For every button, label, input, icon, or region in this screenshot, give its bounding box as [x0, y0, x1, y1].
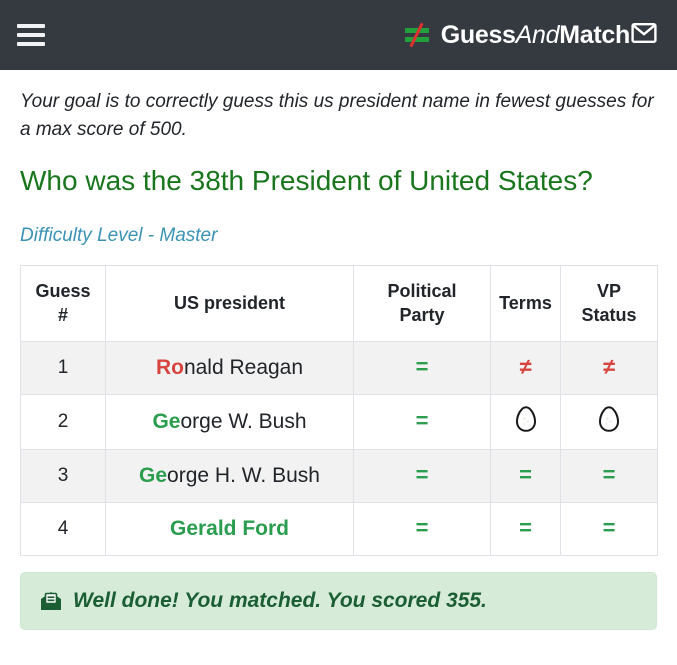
- egg-icon: [514, 405, 538, 437]
- name-hint-prefix: Gerald Ford: [169, 517, 290, 541]
- not-equals-logo-icon: [403, 22, 431, 48]
- result-banner: Well done! You matched. You scored 355.: [20, 572, 657, 631]
- header-line: Status: [581, 304, 637, 325]
- cell-guess-number: 4: [20, 502, 106, 557]
- top-navbar: Guess And Match: [0, 0, 677, 70]
- equals-icon: =: [602, 462, 616, 488]
- cell-president-name: George H. W. Bush: [105, 449, 354, 504]
- mail-open-icon: [39, 590, 63, 612]
- brand-logo[interactable]: Guess And Match: [403, 21, 657, 50]
- name-hint-prefix: Ge: [152, 410, 181, 434]
- column-header-guess-number: Guess #: [20, 265, 106, 343]
- brand-part-guess: Guess: [440, 20, 516, 49]
- envelope-icon: [631, 22, 657, 49]
- table-row: 4 Gerald Ford = = =: [20, 502, 658, 557]
- cell-vp-status: =: [560, 449, 658, 504]
- cell-president-name: Ronald Reagan: [105, 341, 354, 396]
- cell-guess-number: 1: [20, 341, 106, 396]
- brand-title: Guess And Match: [441, 21, 657, 50]
- header-line: Guess: [35, 281, 91, 302]
- brand-part-and: And: [515, 20, 560, 49]
- cell-guess-number: 2: [20, 394, 106, 451]
- difficulty-label: Difficulty Level - Master: [20, 225, 218, 247]
- table-row: 1 Ronald Reagan = ≠ ≠: [20, 341, 658, 396]
- name-remainder: orge H. W. Bush: [167, 464, 320, 488]
- equals-icon: =: [519, 515, 532, 541]
- cell-terms: =: [490, 502, 561, 557]
- cell-president-name: George W. Bush: [105, 394, 354, 451]
- brand-part-match: Match: [559, 20, 630, 49]
- header-line: Political: [387, 281, 457, 302]
- cell-terms: =: [490, 449, 561, 504]
- name-hint-prefix: Ro: [155, 356, 184, 380]
- table-row: 2 George W. Bush =: [20, 394, 658, 451]
- cell-terms: ≠: [490, 341, 561, 396]
- table-header-row: Guess # US president Political Party Ter…: [20, 265, 658, 343]
- egg-icon: [597, 405, 621, 437]
- page-content: Your goal is to correctly guess this us …: [0, 70, 677, 631]
- guess-table-body: 1 Ronald Reagan = ≠ ≠ 2 George W. Bush = 3 George…: [20, 341, 658, 557]
- cell-president-name: Gerald Ford: [105, 502, 354, 557]
- result-message: Well done! You matched. You scored 355.: [73, 589, 487, 613]
- cell-vp-status: [560, 394, 658, 451]
- hamburger-bar: [17, 33, 45, 37]
- guess-table: Guess # US president Political Party Ter…: [20, 265, 658, 557]
- name-remainder: orge W. Bush: [180, 410, 307, 434]
- not-equals-icon: ≠: [519, 354, 532, 380]
- equals-icon: =: [519, 462, 532, 488]
- equals-icon: =: [602, 515, 616, 541]
- cell-guess-number: 3: [20, 449, 106, 504]
- cell-terms: [490, 394, 561, 451]
- page-title: Who was the 38th President of United Sta…: [20, 165, 593, 197]
- header-line: VP: [596, 281, 621, 302]
- hamburger-bar: [17, 24, 45, 28]
- table-row: 3 George H. W. Bush = = =: [20, 449, 658, 504]
- cell-political-party: =: [353, 449, 491, 504]
- equals-icon: =: [415, 462, 429, 488]
- hamburger-menu-icon[interactable]: [14, 21, 48, 49]
- logo-slash: [409, 22, 424, 48]
- equals-icon: =: [415, 515, 429, 541]
- name-remainder: nald Reagan: [183, 356, 304, 380]
- hamburger-bar: [17, 42, 45, 46]
- column-header-political-party: Political Party: [353, 265, 491, 343]
- column-header-terms: Terms: [490, 265, 561, 343]
- goal-description: Your goal is to correctly guess this us …: [20, 91, 654, 140]
- cell-political-party: =: [353, 502, 491, 557]
- cell-political-party: =: [353, 341, 491, 396]
- column-header-us-president: US president: [105, 265, 354, 343]
- equals-icon: =: [415, 354, 429, 380]
- equals-icon: =: [415, 408, 429, 434]
- cell-vp-status: ≠: [560, 341, 658, 396]
- cell-vp-status: =: [560, 502, 658, 557]
- header-line: #: [57, 304, 68, 325]
- name-hint-prefix: Ge: [139, 464, 168, 488]
- header-line: Party: [399, 304, 445, 325]
- column-header-vp-status: VP Status: [560, 265, 658, 343]
- cell-political-party: =: [353, 394, 491, 451]
- not-equals-icon: ≠: [602, 354, 616, 380]
